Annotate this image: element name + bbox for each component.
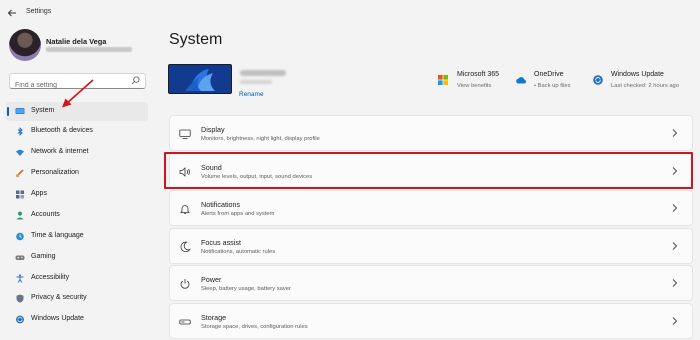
sidebar-item-time-language[interactable]: Time & language: [6, 227, 148, 246]
bell-icon: [180, 205, 190, 214]
globe-clock-icon: [16, 232, 24, 241]
rename-link[interactable]: Rename: [239, 91, 264, 98]
sidebar-item-label: Privacy & security: [31, 294, 87, 301]
sidebar-item-accounts[interactable]: Accounts: [6, 206, 148, 225]
card-title: Notifications: [201, 200, 241, 209]
card-title: Display: [201, 125, 225, 134]
monitor-icon: [15, 108, 25, 114]
shield-icon: [16, 294, 24, 303]
sidebar-item-windows-update[interactable]: Windows Update: [6, 310, 148, 329]
sidebar-item-label: System: [31, 107, 55, 114]
user-email-redacted: [46, 47, 132, 52]
sidebar-item-label: Accounts: [31, 211, 60, 218]
quick-link-title: OneDrive: [534, 71, 564, 78]
annotation-highlight-box: [164, 152, 693, 189]
quick-link-microsoft-365[interactable]: Microsoft 365 View benefits: [438, 71, 518, 95]
apps-icon: [16, 190, 24, 199]
sidebar-item-label: Bluetooth & devices: [31, 127, 93, 134]
device-model-redacted: [240, 80, 272, 84]
quick-link-subtitle: View benefits: [457, 83, 492, 89]
card-subtitle: Notifications, automatic rules: [201, 249, 276, 255]
card-subtitle: Alerts from apps and system: [201, 211, 275, 217]
gamepad-icon: [15, 255, 25, 260]
sidebar-item-apps[interactable]: Apps: [6, 185, 148, 204]
sidebar-item-label: Apps: [31, 190, 47, 197]
sidebar-item-label: Accessibility: [31, 274, 70, 281]
sidebar-item-label: Gaming: [31, 253, 56, 260]
sidebar-item-accessibility[interactable]: Accessibility: [6, 269, 148, 288]
title-bar: Settings: [0, 0, 700, 26]
person-icon: [16, 211, 24, 220]
storage-icon: [179, 319, 191, 325]
display-icon: [179, 129, 191, 139]
avatar[interactable]: [9, 29, 41, 61]
card-title: Power: [201, 275, 222, 284]
update-icon: [593, 75, 603, 85]
sidebar-item-label: Network & internet: [31, 148, 89, 155]
device-wallpaper-thumbnail: [168, 64, 232, 94]
sidebar-item-bluetooth[interactable]: Bluetooth & devices: [6, 122, 148, 141]
settings-card-storage[interactable]: Storage Storage space, drives, configura…: [169, 303, 693, 339]
chevron-right-icon: [672, 242, 678, 250]
brush-icon: [16, 169, 24, 178]
sidebar-item-gaming[interactable]: Gaming: [6, 248, 148, 267]
sidebar-item-network[interactable]: Network & internet: [6, 143, 148, 162]
card-subtitle: Storage space, drives, configuration rul…: [201, 324, 308, 330]
sidebar-item-label: Windows Update: [31, 315, 84, 322]
quick-link-subtitle: • Back up files: [534, 83, 571, 89]
chevron-right-icon: [672, 204, 678, 212]
moon-icon: [180, 241, 191, 253]
device-name-redacted: [240, 70, 286, 76]
card-title: Storage: [201, 313, 227, 322]
sidebar-item-personalization[interactable]: Personalization: [6, 164, 148, 183]
sidebar-item-privacy-security[interactable]: Privacy & security: [6, 289, 148, 308]
chevron-right-icon: [672, 129, 678, 137]
window-title: Settings: [26, 8, 52, 15]
sidebar-item-label: Personalization: [31, 169, 79, 176]
card-subtitle: Sleep, battery usage, battery saver: [201, 286, 291, 292]
chevron-right-icon: [672, 317, 678, 325]
user-name: Natalie dela Vega: [46, 37, 107, 46]
quick-link-windows-update[interactable]: Windows Update Last checked: 2 hours ago: [593, 71, 693, 95]
sidebar-item-label: Time & language: [31, 232, 84, 239]
card-title: Focus assist: [201, 238, 241, 247]
settings-card-focus-assist[interactable]: Focus assist Notifications, automatic ru…: [169, 228, 693, 264]
quick-link-title: Windows Update: [611, 71, 664, 78]
card-subtitle: Monitors, brightness, night light, displ…: [201, 136, 320, 142]
bluetooth-icon: [17, 127, 23, 136]
search-icon[interactable]: [131, 76, 140, 85]
quick-link-onedrive[interactable]: OneDrive • Back up files: [515, 71, 590, 95]
annotation-arrow-icon: [62, 79, 94, 108]
settings-card-display[interactable]: Display Monitors, brightness, night ligh…: [169, 115, 693, 151]
microsoft-logo-icon: [438, 75, 448, 85]
settings-card-power[interactable]: Power Sleep, battery usage, battery save…: [169, 265, 693, 301]
chevron-right-icon: [672, 279, 678, 287]
back-arrow-icon[interactable]: [6, 7, 18, 19]
onedrive-cloud-icon: [516, 77, 526, 84]
page-title: System: [169, 31, 223, 48]
accessibility-icon: [16, 274, 24, 283]
settings-card-notifications[interactable]: Notifications Alerts from apps and syste…: [169, 190, 693, 226]
power-icon: [180, 279, 190, 289]
active-indicator: [7, 107, 9, 116]
wifi-icon: [16, 149, 24, 156]
quick-link-subtitle: Last checked: 2 hours ago: [611, 83, 679, 89]
quick-link-title: Microsoft 365: [457, 71, 500, 78]
update-icon: [16, 315, 24, 324]
